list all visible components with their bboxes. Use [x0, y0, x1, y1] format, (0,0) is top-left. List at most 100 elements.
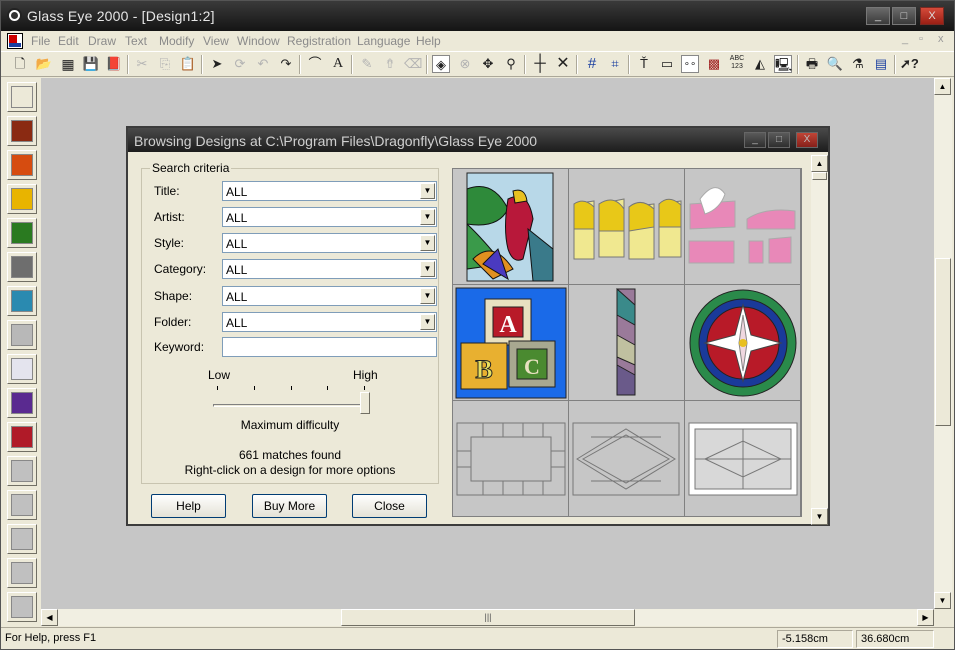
lasso-icon[interactable]: ⟳ [231, 55, 249, 73]
zoom-icon[interactable]: ⚲ [502, 55, 520, 73]
palette-swatch[interactable] [7, 320, 37, 350]
chevron-down-icon[interactable]: ▼ [420, 288, 435, 304]
minimize-button[interactable]: _ [866, 7, 890, 25]
preview-icon[interactable]: 🔍 [826, 55, 844, 73]
fill-icon[interactable]: ⇮ [381, 55, 399, 73]
library-icon[interactable]: 📕 [105, 55, 123, 73]
mdi-minimize-button[interactable]: _ [902, 33, 908, 45]
snap-icon[interactable]: ⌗ [606, 55, 624, 73]
menu-draw[interactable]: Draw [88, 34, 116, 48]
maximize-button[interactable]: □ [892, 7, 916, 25]
palette-swatch[interactable] [7, 150, 37, 180]
menu-view[interactable]: View [203, 34, 229, 48]
document-icon[interactable] [7, 33, 23, 49]
scroll-thumb[interactable] [812, 172, 827, 180]
palette-swatch[interactable] [7, 490, 37, 520]
mdi-close-button[interactable]: x [938, 33, 944, 45]
new-icon[interactable]: 🗋 [11, 55, 29, 73]
palette-swatch[interactable] [7, 354, 37, 384]
close-button[interactable]: X [920, 7, 944, 25]
scroll-up-arrow[interactable]: ▲ [934, 78, 951, 95]
palette-swatch[interactable] [7, 592, 37, 622]
line-icon[interactable]: ┼ [531, 55, 549, 73]
undo-icon[interactable]: ↶ [254, 55, 272, 73]
chevron-down-icon[interactable]: ▼ [420, 209, 435, 225]
menu-edit[interactable]: Edit [58, 34, 79, 48]
redo-icon[interactable]: ↷ [277, 55, 295, 73]
curve-tool-icon[interactable]: ⌒ [306, 55, 324, 73]
menu-window[interactable]: Window [237, 34, 280, 48]
palette-swatch[interactable] [7, 252, 37, 282]
artist-dropdown[interactable]: ALL ▼ [222, 207, 437, 227]
difficulty-slider-track[interactable] [213, 404, 368, 407]
design-thumbnail-dove-pieces[interactable] [685, 169, 801, 285]
scroll-down-arrow[interactable]: ▼ [811, 508, 828, 525]
menu-text[interactable]: Text [125, 34, 147, 48]
monitor-icon[interactable]: 🖳 [774, 55, 792, 73]
palette-swatch[interactable] [7, 82, 37, 112]
price-icon[interactable]: ▤ [872, 55, 890, 73]
design-thumbnail-abc-blocks[interactable]: A B C [453, 285, 569, 401]
dialog-maximize-button[interactable]: □ [768, 132, 790, 148]
design-thumbnail-narrow-panel[interactable] [569, 285, 685, 401]
palette-swatch[interactable] [7, 456, 37, 486]
save-icon[interactable]: 💾 [82, 55, 100, 73]
palette-swatch[interactable] [7, 184, 37, 214]
paint-bucket-icon[interactable]: ◈ [432, 55, 450, 73]
menu-file[interactable]: File [31, 34, 50, 48]
pencil-icon[interactable]: ✎ [358, 55, 376, 73]
design-thumbnail-parrot[interactable] [453, 169, 569, 285]
menu-registration[interactable]: Registration [287, 34, 351, 48]
grid-icon[interactable]: # [583, 55, 601, 73]
ruler-icon[interactable]: ▭ [658, 55, 676, 73]
design-thumbnail-lily-circle[interactable] [685, 285, 801, 401]
scroll-up-arrow[interactable]: ▲ [811, 155, 828, 172]
abc-123-icon[interactable]: ABC 123 [728, 55, 746, 73]
dialog-minimize-button[interactable]: _ [744, 132, 766, 148]
no-icon[interactable]: ⊗ [456, 55, 474, 73]
palette-swatch[interactable] [7, 524, 37, 554]
design-thumbnail-cross-frame[interactable] [685, 401, 801, 517]
buy-more-button[interactable]: Buy More [252, 494, 327, 518]
palette-swatch[interactable] [7, 388, 37, 418]
style-dropdown[interactable]: ALL ▼ [222, 233, 437, 253]
eraser-icon[interactable]: ⌫ [404, 55, 422, 73]
mdi-restore-button[interactable]: ▫ [919, 33, 923, 45]
scroll-right-arrow[interactable]: ▶ [917, 609, 934, 626]
menu-modify[interactable]: Modify [159, 34, 194, 48]
category-dropdown[interactable]: ALL ▼ [222, 259, 437, 279]
menu-help[interactable]: Help [416, 34, 441, 48]
chevron-down-icon[interactable]: ▼ [420, 183, 435, 199]
help-cursor-icon[interactable]: ➚? [900, 55, 919, 73]
open-icon[interactable]: 📂 [35, 55, 53, 73]
scroll-thumb[interactable]: ||| [341, 609, 635, 626]
folder-dropdown[interactable]: ALL ▼ [222, 312, 437, 332]
text-tool-icon[interactable]: A [329, 55, 347, 73]
print-icon[interactable]: 🖶 [803, 55, 821, 73]
move-icon[interactable]: ✥ [479, 55, 497, 73]
design-thumbnail-border-frame[interactable] [453, 401, 569, 517]
vertical-scrollbar[interactable]: ▲ ▼ [934, 78, 952, 609]
grid-pattern-icon[interactable]: ▦ [59, 55, 77, 73]
text-cursor-icon[interactable]: Ť [635, 55, 653, 73]
design-thumbnail-diamond-frame[interactable] [569, 401, 685, 517]
select-arrow-icon[interactable]: ➤ [208, 55, 226, 73]
palette-swatch[interactable] [7, 218, 37, 248]
palette-swatch[interactable] [7, 558, 37, 588]
horizontal-scrollbar[interactable]: ◀ ||| ▶ [41, 609, 934, 626]
close-dialog-button[interactable]: Close [352, 494, 427, 518]
pattern-icon[interactable]: ▩ [705, 55, 723, 73]
help-button[interactable]: Help [151, 494, 226, 518]
paste-icon[interactable]: 📋 [179, 55, 197, 73]
chevron-down-icon[interactable]: ▼ [420, 261, 435, 277]
palette-swatch[interactable] [7, 116, 37, 146]
shape-dropdown[interactable]: ALL ▼ [222, 286, 437, 306]
title-dropdown[interactable]: ALL ▼ [222, 181, 437, 201]
dialog-close-button[interactable]: X [796, 132, 818, 148]
menu-language[interactable]: Language [357, 34, 410, 48]
estimate-icon[interactable]: ⚗ [849, 55, 867, 73]
scroll-down-arrow[interactable]: ▼ [934, 592, 951, 609]
design-thumbnail-tulip-panels[interactable] [569, 169, 685, 285]
copy-icon[interactable]: ⎘ [156, 55, 174, 73]
chevron-down-icon[interactable]: ▼ [420, 235, 435, 251]
